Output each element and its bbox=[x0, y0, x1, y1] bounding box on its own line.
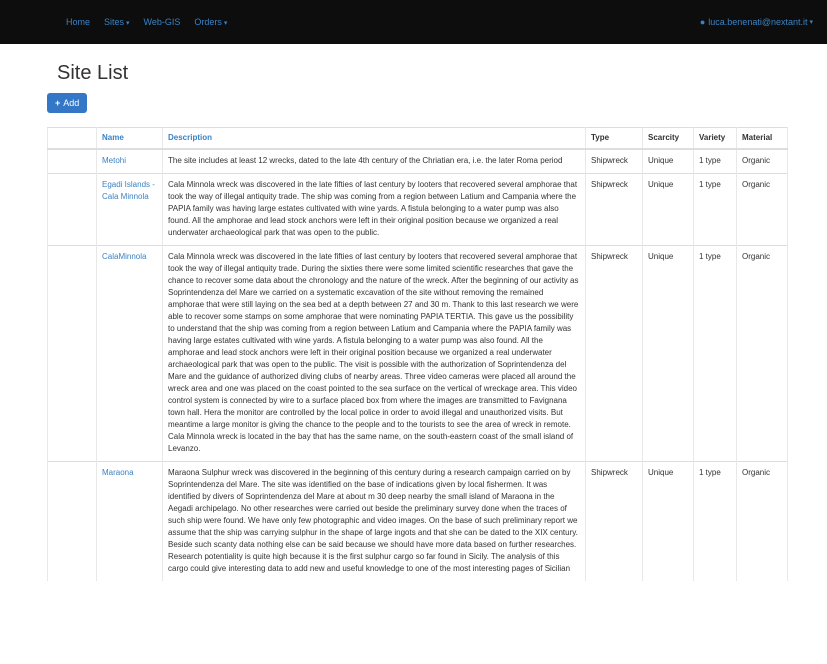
nav-orders-label: Orders bbox=[194, 17, 222, 27]
site-name[interactable]: Maraona bbox=[102, 468, 134, 477]
type-column-header: Type bbox=[585, 127, 643, 150]
site-name-link[interactable]: Metohi bbox=[96, 148, 163, 174]
nav-home[interactable]: Home bbox=[66, 17, 90, 27]
chevron-down-icon: ▾ bbox=[223, 20, 228, 27]
add-button-label: Add bbox=[63, 98, 80, 108]
material-column-header: Material bbox=[736, 127, 788, 150]
table-row: CalaMinnola Cala Minnola wreck was disco… bbox=[47, 245, 788, 462]
site-scarcity: Unique bbox=[642, 245, 694, 462]
site-description: Cala Minnola wreck was discovered in the… bbox=[162, 245, 586, 462]
site-description: Maraona Sulphur wreck was discovered in … bbox=[162, 461, 586, 581]
table-row: Egadi Islands - Cala Minnola Cala Minnol… bbox=[47, 173, 788, 246]
select-column-header bbox=[47, 127, 97, 150]
site-variety: 1 type bbox=[693, 461, 737, 581]
name-column-header[interactable]: Name bbox=[96, 127, 163, 150]
site-name-link[interactable]: Egadi Islands - Cala Minnola bbox=[96, 173, 163, 246]
site-material: Organic bbox=[736, 461, 788, 581]
page-title: Site List bbox=[57, 62, 129, 84]
site-type: Shipwreck bbox=[585, 173, 643, 246]
site-type: Shipwreck bbox=[585, 245, 643, 462]
description-column-header[interactable]: Description bbox=[162, 127, 586, 150]
user-menu[interactable]: ● luca.benenati@nextant.it ▾ bbox=[700, 17, 813, 27]
table-row: Maraona Maraona Sulphur wreck was discov… bbox=[47, 461, 788, 581]
site-variety: 1 type bbox=[693, 148, 737, 174]
nav-orders-dropdown[interactable]: Orders ▾ bbox=[194, 17, 227, 27]
main-content: Site List + Add Name Description Type Sc… bbox=[0, 62, 827, 581]
plus-icon: + bbox=[55, 98, 61, 108]
site-material: Organic bbox=[736, 245, 788, 462]
chevron-down-icon: ▾ bbox=[809, 19, 813, 26]
site-variety: 1 type bbox=[693, 245, 737, 462]
site-material: Organic bbox=[736, 148, 788, 174]
row-select-cell bbox=[47, 148, 97, 174]
site-scarcity: Unique bbox=[642, 148, 694, 174]
site-type: Shipwreck bbox=[585, 461, 643, 581]
user-email: luca.benenati@nextant.it bbox=[708, 17, 808, 27]
top-navbar: Home Sites ▾ Web-GIS Orders ▾ ● luca.benen… bbox=[0, 0, 827, 44]
table-header-row: Name Description Type Scarcity Variety M… bbox=[47, 127, 788, 150]
site-name-link[interactable]: Maraona bbox=[96, 461, 163, 581]
site-table: Name Description Type Scarcity Variety M… bbox=[47, 127, 788, 581]
site-description: The site includes at least 12 wrecks, da… bbox=[162, 148, 586, 174]
scarcity-column-header: Scarcity bbox=[642, 127, 694, 150]
site-name[interactable]: Egadi Islands - Cala Minnola bbox=[102, 180, 155, 201]
site-name[interactable]: CalaMinnola bbox=[102, 252, 146, 261]
site-description: Cala Minnola wreck was discovered in the… bbox=[162, 173, 586, 246]
add-site-button[interactable]: + Add bbox=[47, 93, 88, 113]
nav-sites-label: Sites bbox=[104, 17, 125, 27]
table-row: Metohi The site includes at least 12 wre… bbox=[47, 148, 788, 174]
chevron-down-icon: ▾ bbox=[126, 20, 130, 27]
site-name-link[interactable]: CalaMinnola bbox=[96, 245, 163, 462]
row-select-cell bbox=[47, 461, 97, 581]
site-material: Organic bbox=[736, 173, 788, 246]
site-variety: 1 type bbox=[693, 173, 737, 246]
site-name[interactable]: Metohi bbox=[102, 156, 126, 165]
site-type: Shipwreck bbox=[585, 148, 643, 174]
row-select-cell bbox=[47, 173, 97, 246]
nav-sites-dropdown[interactable]: Sites ▾ bbox=[104, 17, 130, 27]
site-scarcity: Unique bbox=[642, 461, 694, 581]
nav-webgis[interactable]: Web-GIS bbox=[144, 17, 181, 27]
variety-column-header: Variety bbox=[693, 127, 737, 150]
row-select-cell bbox=[47, 245, 97, 462]
user-icon: ● bbox=[699, 17, 706, 27]
site-scarcity: Unique bbox=[642, 173, 694, 246]
